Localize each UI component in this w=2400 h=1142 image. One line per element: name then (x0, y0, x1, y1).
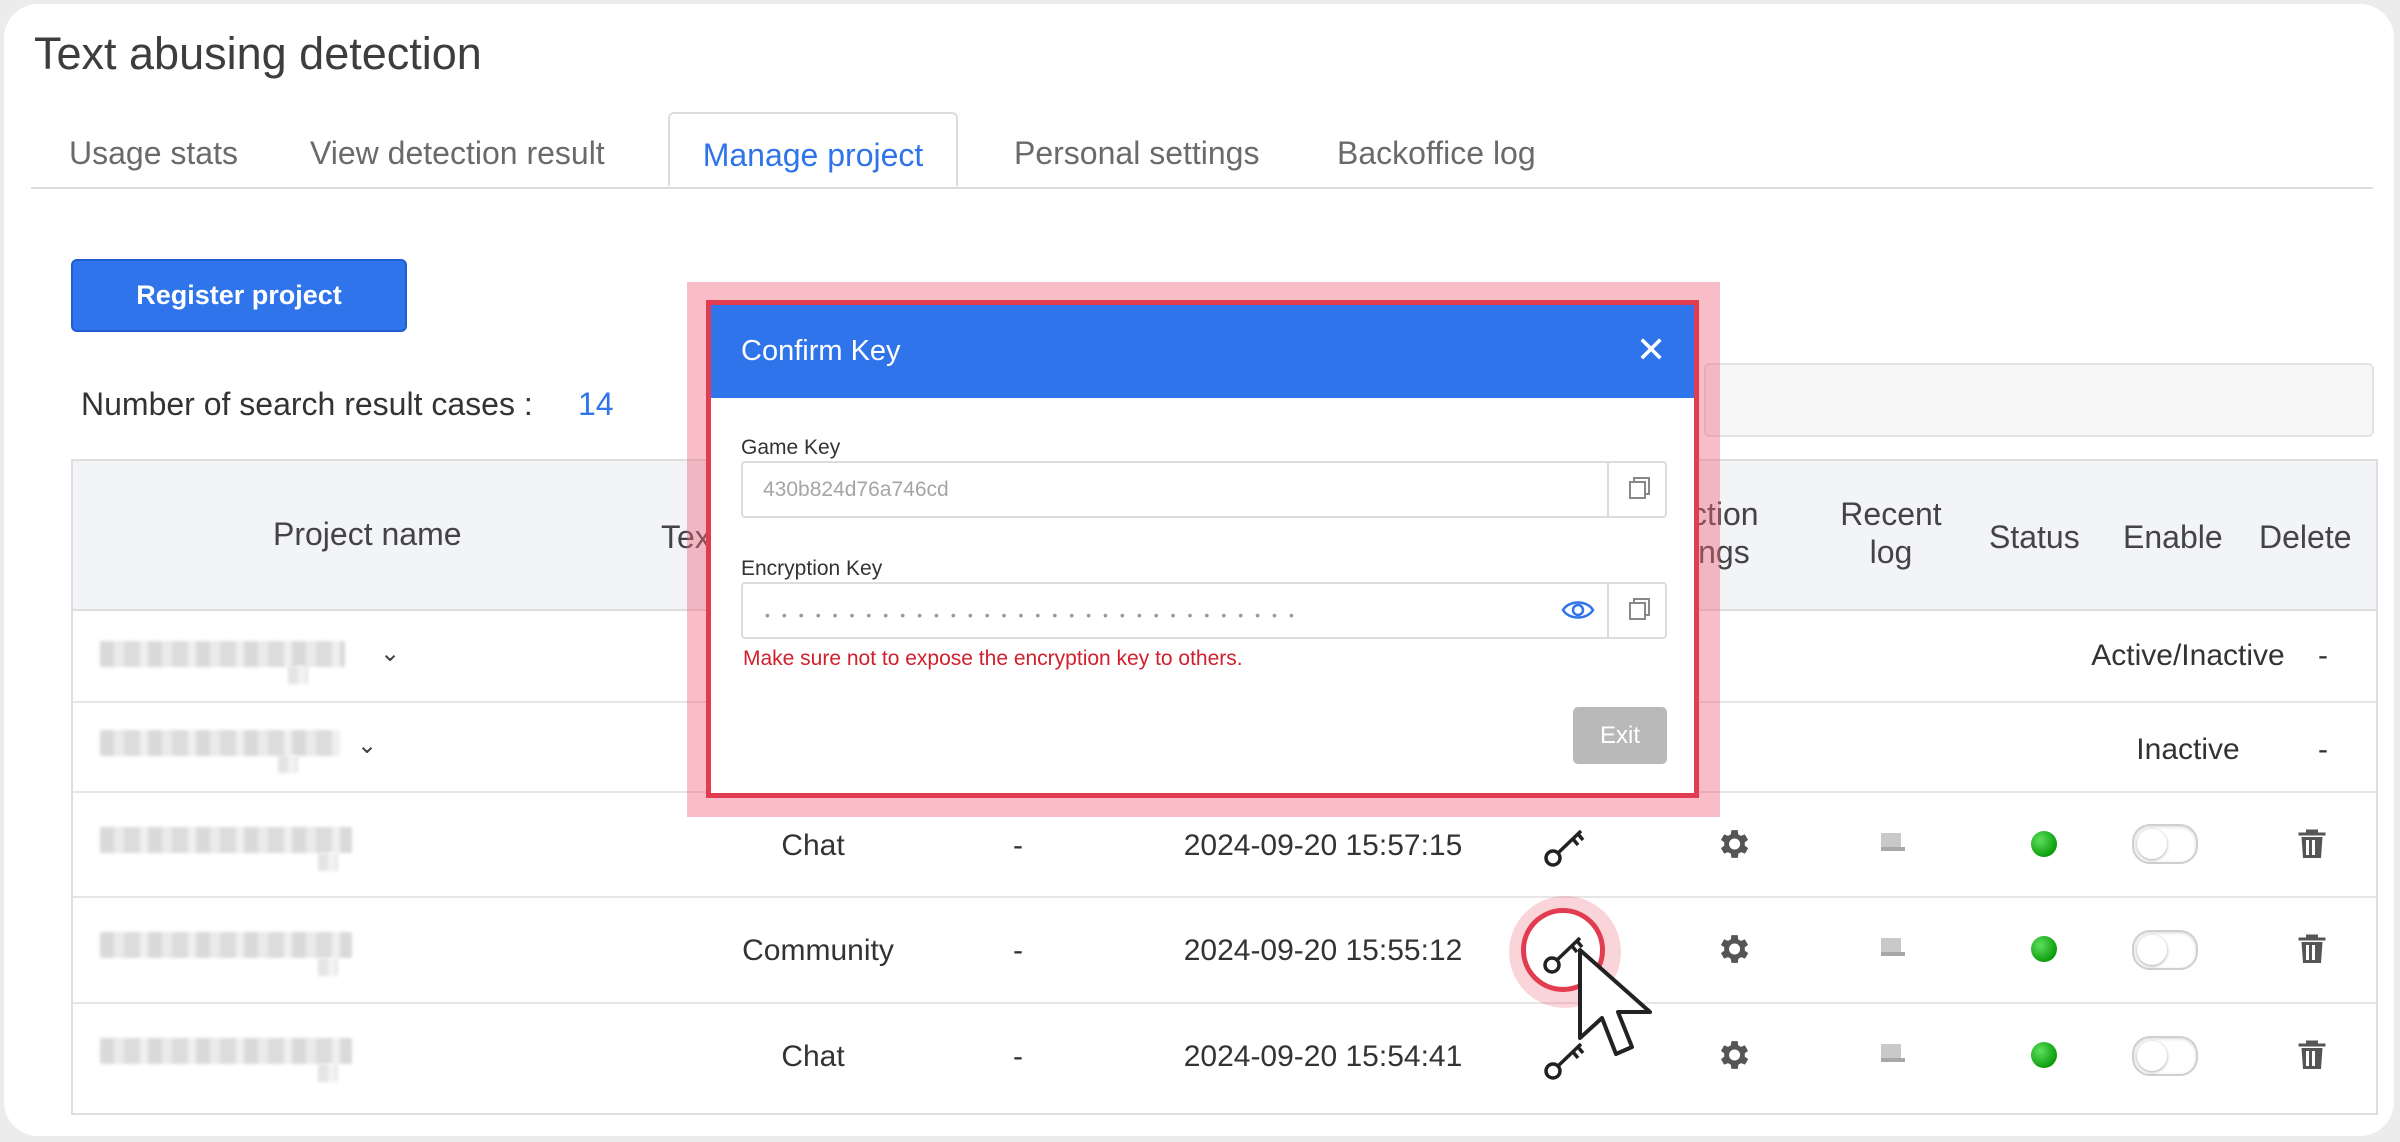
gear-icon[interactable] (1714, 930, 1752, 968)
registered-at: 2024-09-20 15:55:12 (1183, 934, 1463, 967)
status-indicator (2031, 936, 2057, 962)
tab-usage-stats[interactable]: Usage stats (69, 112, 238, 187)
close-icon[interactable]: ✕ (1636, 332, 1666, 368)
log-icon[interactable] (1877, 1038, 1907, 1068)
page-title: Text abusing detection (34, 28, 482, 79)
copy-game-key-button[interactable] (1607, 463, 1665, 516)
status-indicator (2031, 831, 2057, 857)
tab-manage-project[interactable]: Manage project (668, 112, 958, 187)
modal-title: Confirm Key (741, 335, 901, 367)
confirm-key-dialog: Confirm Key ✕ Game Key Encryption Key ••… (706, 300, 1699, 798)
exit-button[interactable]: Exit (1573, 707, 1667, 764)
enable-toggle[interactable] (2132, 824, 2198, 864)
chevron-down-icon[interactable]: ⌄ (380, 639, 400, 668)
col3-value: - (1013, 934, 1023, 967)
copy-encryption-key-button[interactable] (1607, 584, 1665, 637)
tab-personal-settings[interactable]: Personal settings (1014, 112, 1259, 187)
key-icon[interactable] (1543, 823, 1589, 869)
status-indicator (2031, 1042, 2057, 1068)
enable-toggle[interactable] (2132, 1036, 2198, 1076)
header-recent-log: Recent log (1840, 496, 1942, 570)
col3-value: - (1013, 829, 1023, 862)
copy-icon (1629, 598, 1650, 620)
register-project-button[interactable]: Register project (71, 259, 407, 332)
redacted-project-name (100, 827, 352, 853)
chevron-down-icon[interactable]: ⌄ (357, 731, 377, 760)
redacted-project-name (100, 641, 345, 667)
enable-toggle[interactable] (2132, 930, 2198, 970)
log-icon[interactable] (1877, 827, 1907, 857)
text-type: Chat (781, 829, 845, 862)
header-enable: Enable (2123, 519, 2223, 555)
game-key-field (741, 461, 1667, 518)
redacted-project-name (100, 1038, 352, 1064)
enable-text: Active/Inactive (2091, 639, 2285, 672)
delete-text: - (2318, 733, 2328, 766)
redacted-project-name (100, 730, 340, 756)
encryption-key-label: Encryption Key (741, 557, 883, 580)
tab-backoffice-log[interactable]: Backoffice log (1337, 112, 1536, 187)
header-delete: Delete (2259, 519, 2352, 555)
game-key-input[interactable] (743, 463, 1603, 516)
header-status: Status (1989, 519, 2080, 555)
table-row[interactable]: Community - 2024-09-20 15:55:12 (73, 896, 2376, 1004)
text-type: Chat (781, 1040, 845, 1073)
result-count-value: 14 (578, 386, 614, 422)
delete-text: - (2318, 639, 2328, 672)
modal-header: Confirm Key ✕ (711, 305, 1694, 398)
copy-icon (1629, 477, 1650, 499)
result-count-label: Number of search result cases : (81, 386, 533, 422)
col3-value: - (1013, 1040, 1023, 1073)
encryption-key-masked[interactable]: •••••••••••••••••••••••••••••••• (765, 607, 1306, 623)
gear-icon[interactable] (1714, 825, 1752, 863)
trash-icon[interactable] (2294, 930, 2330, 966)
trash-icon[interactable] (2294, 825, 2330, 861)
encryption-key-field: •••••••••••••••••••••••••••••••• (741, 582, 1667, 639)
trash-icon[interactable] (2294, 1036, 2330, 1072)
registered-at: 2024-09-20 15:54:41 (1183, 1040, 1463, 1073)
gear-icon[interactable] (1714, 1036, 1752, 1074)
table-row[interactable]: Chat - 2024-09-20 15:54:41 (73, 1002, 2376, 1108)
mouse-cursor-icon (1578, 948, 1652, 1056)
warning-text: Make sure not to expose the encryption k… (743, 647, 1243, 670)
tab-bar: Usage stats View detection result Manage… (31, 112, 2373, 189)
game-key-label: Game Key (741, 436, 841, 459)
registered-at: 2024-09-20 15:57:15 (1183, 829, 1463, 862)
enable-text: Inactive (2136, 733, 2240, 766)
eye-icon[interactable] (1561, 597, 1595, 623)
tab-view-detection-result[interactable]: View detection result (310, 112, 605, 187)
log-icon[interactable] (1877, 932, 1907, 962)
text-type: Community (742, 934, 894, 967)
header-project-name: Project name (273, 516, 462, 552)
search-area[interactable] (1704, 363, 2374, 437)
app-card: Text abusing detection Usage stats View … (4, 4, 2394, 1136)
redacted-project-name (100, 932, 352, 958)
